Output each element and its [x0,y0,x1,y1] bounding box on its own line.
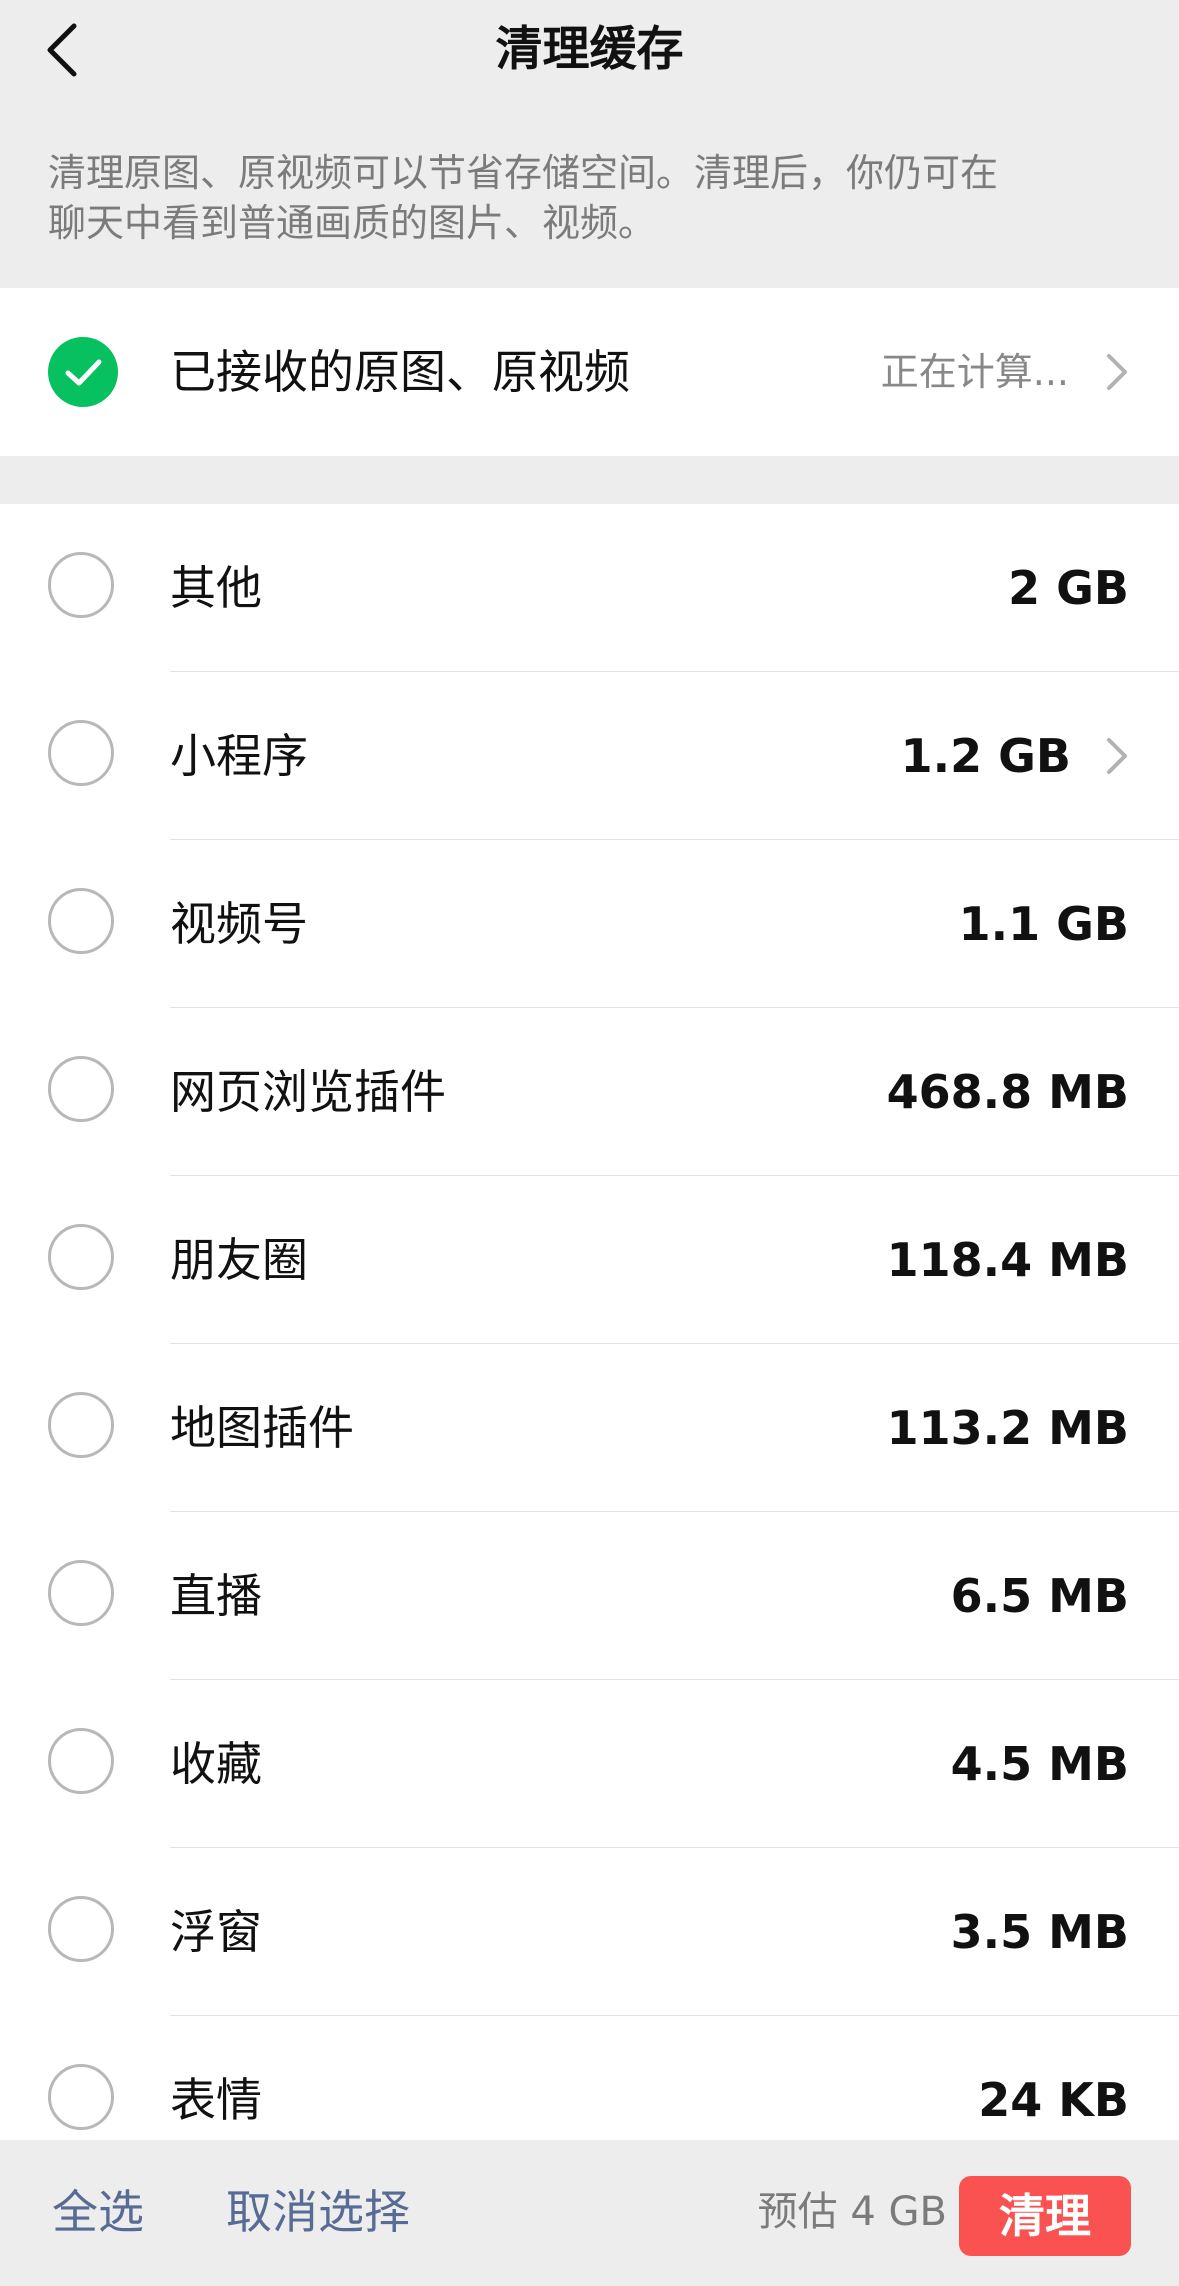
list-item-label: 视频号 [170,897,308,951]
list-item-label: 收藏 [170,1737,262,1791]
list-item-moments[interactable]: 朋友圈 118.4 MB [0,1176,1179,1344]
list-item-stickers[interactable]: 表情 24 KB [0,2016,1179,2140]
radio-unchecked-icon[interactable] [48,1224,114,1290]
list-item-label: 网页浏览插件 [170,1065,446,1119]
list-item-label: 小程序 [170,729,308,783]
radio-unchecked-icon[interactable] [48,1728,114,1794]
description-text: 清理原图、原视频可以节省存储空间。清理后，你仍可在 聊天中看到普通画质的图片、视… [48,148,1138,248]
list-item-size: 3.5 MB [950,1905,1129,1959]
radio-unchecked-icon[interactable] [48,552,114,618]
list-item-size: 24 KB [978,2073,1129,2127]
list-item-size: 6.5 MB [950,1569,1129,1623]
chevron-right-icon [1105,736,1129,776]
list-item-size: 113.2 MB [886,1401,1129,1455]
list-item-size: 468.8 MB [886,1065,1129,1119]
list-item-size: 2 GB [1008,561,1129,615]
radio-unchecked-icon[interactable] [48,1056,114,1122]
radio-unchecked-icon[interactable] [48,1896,114,1962]
list-item-label: 浮窗 [170,1905,262,1959]
cancel-selection-button[interactable]: 取消选择 [226,2182,410,2242]
list-item-mini-programs[interactable]: 小程序 1.2 GB [0,672,1179,840]
description-line-1: 清理原图、原视频可以节省存储空间。清理后，你仍可在 [48,151,999,195]
chevron-right-icon [1105,352,1129,392]
list-item-web-plugin[interactable]: 网页浏览插件 468.8 MB [0,1008,1179,1176]
list-item-favorites[interactable]: 收藏 4.5 MB [0,1680,1179,1848]
select-all-button[interactable]: 全选 [52,2182,144,2242]
list-item-size: 118.4 MB [886,1233,1129,1287]
list-item-label: 直播 [170,1569,262,1623]
list-item-channels[interactable]: 视频号 1.1 GB [0,840,1179,1008]
description-line-2: 聊天中看到普通画质的图片、视频。 [48,201,657,245]
radio-unchecked-icon[interactable] [48,720,114,786]
radio-unchecked-icon[interactable] [48,2064,114,2130]
radio-unchecked-icon[interactable] [48,1392,114,1458]
original-media-row[interactable]: 已接收的原图、原视频 正在计算... [0,288,1179,456]
list-item-label: 朋友圈 [170,1233,308,1287]
list-item-label: 其他 [170,561,262,615]
list-item-other[interactable]: 其他 2 GB [0,504,1179,672]
nav-bar: 清理缓存 [0,0,1179,100]
radio-unchecked-icon[interactable] [48,1560,114,1626]
page-title: 清理缓存 [495,22,684,77]
list-item-map-plugin[interactable]: 地图插件 113.2 MB [0,1344,1179,1512]
bottom-action-bar: 全选 取消选择 预估 4 GB 清理 [0,2140,1179,2286]
estimate-size-text: 预估 4 GB [757,2189,947,2235]
clean-button[interactable]: 清理 [959,2176,1131,2256]
list-item-size: 1.2 GB [900,729,1071,783]
list-item-label: 表情 [170,2073,262,2127]
list-item-size: 1.1 GB [958,897,1129,951]
original-media-status: 正在计算... [880,350,1069,394]
list-item-label: 地图插件 [170,1401,354,1455]
radio-unchecked-icon[interactable] [48,888,114,954]
list-item-live[interactable]: 直播 6.5 MB [0,1512,1179,1680]
checked-icon[interactable] [48,337,118,407]
list-item-floating-window[interactable]: 浮窗 3.5 MB [0,1848,1179,2016]
cache-list: 其他 2 GB 小程序 1.2 GB 视频号 1.1 GB 网页浏览插件 468… [0,504,1179,2140]
list-item-size: 4.5 MB [950,1737,1129,1791]
original-media-label: 已接收的原图、原视频 [170,345,630,399]
